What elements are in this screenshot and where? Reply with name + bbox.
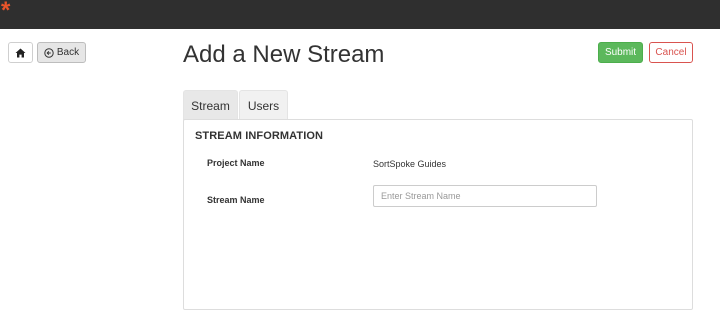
tab-users[interactable]: Users bbox=[239, 90, 288, 120]
back-button[interactable]: Back bbox=[37, 42, 86, 63]
stream-name-label: Stream Name bbox=[207, 195, 265, 205]
project-name-value: SortSpoke Guides bbox=[373, 159, 447, 169]
tab-stream[interactable]: Stream bbox=[183, 90, 238, 120]
logo-asterisk[interactable]: * bbox=[1, 0, 10, 25]
section-title: STREAM INFORMATION bbox=[195, 130, 324, 142]
submit-button[interactable]: Submit bbox=[598, 42, 643, 63]
home-button[interactable] bbox=[8, 42, 33, 63]
top-navbar: * bbox=[0, 0, 720, 29]
page-title: Add a New Stream bbox=[183, 41, 385, 68]
stream-information-panel: STREAM INFORMATION Project Name SortSpok… bbox=[183, 119, 693, 310]
back-button-label: Back bbox=[56, 47, 80, 58]
cancel-button[interactable]: Cancel bbox=[649, 42, 693, 63]
circle-arrow-left-icon bbox=[44, 47, 54, 58]
project-name-label: Project Name bbox=[207, 158, 265, 168]
stream-name-input[interactable] bbox=[373, 185, 597, 207]
home-icon bbox=[15, 48, 26, 57]
